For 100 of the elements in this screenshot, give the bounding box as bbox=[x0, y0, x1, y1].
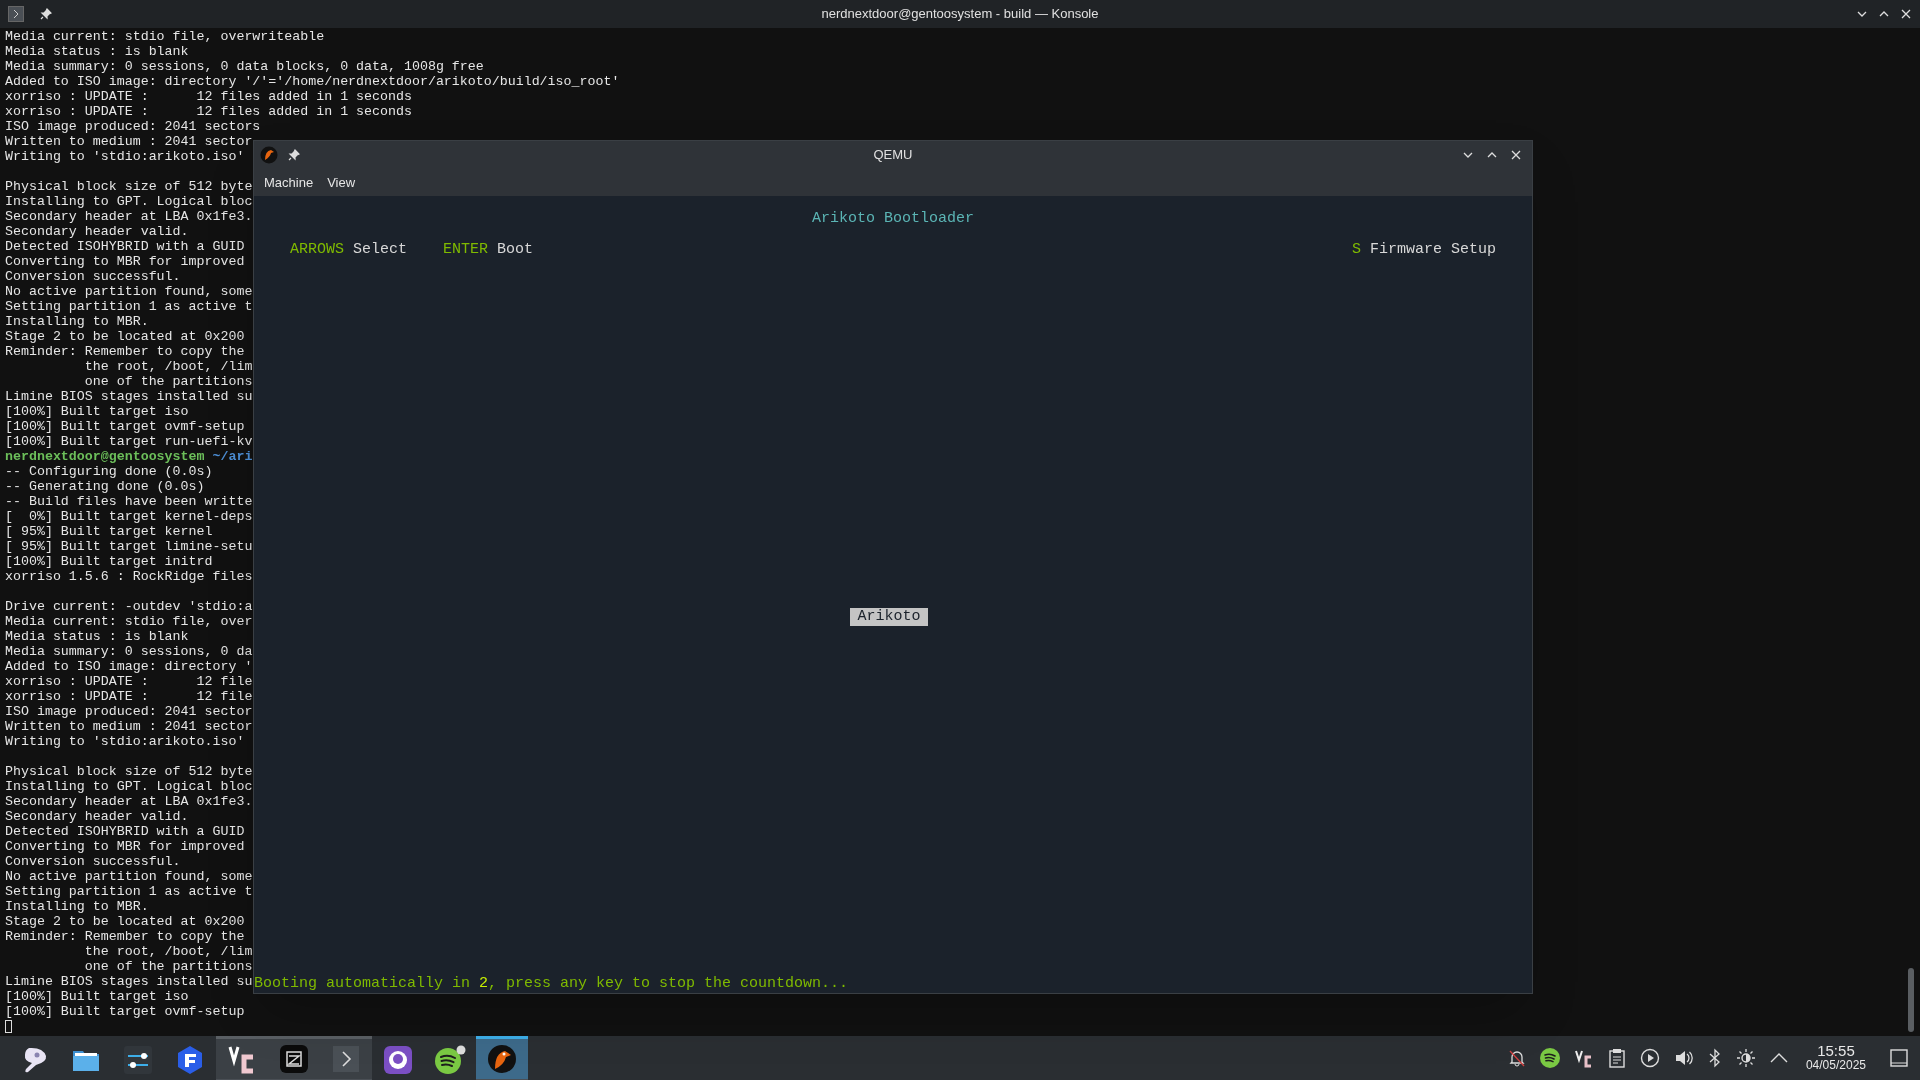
bird-logo-icon bbox=[487, 1044, 517, 1074]
expand-tray-icon[interactable] bbox=[1769, 1052, 1788, 1064]
key-hint: ENTER Boot bbox=[443, 241, 534, 259]
letters-tray-icon[interactable] bbox=[1573, 1048, 1594, 1068]
terminal-line: Limine BIOS stages installed su bbox=[5, 974, 253, 989]
sliders-icon bbox=[123, 1044, 153, 1075]
bluetooth-icon[interactable] bbox=[1707, 1048, 1722, 1068]
terminal-line: Physical block size of 512 byte bbox=[5, 179, 253, 194]
clock-time[interactable]: 15:55 bbox=[1817, 1044, 1855, 1058]
terminal-line: Drive current: -outdev 'stdio:a bbox=[5, 599, 253, 614]
terminal-line: [100%] Built target ovmf-setup bbox=[5, 1004, 245, 1019]
terminal-line: Installing to GPT. Logical bloc bbox=[5, 779, 253, 794]
terminal-line: Added to ISO image: directory ' bbox=[5, 659, 253, 674]
music-app-tray-icon[interactable] bbox=[1539, 1048, 1560, 1068]
clipboard-icon[interactable] bbox=[1607, 1048, 1626, 1068]
terminal-line: Installing to GPT. Logical bloc bbox=[5, 194, 253, 209]
terminal-line: No active partition found, some bbox=[5, 284, 253, 299]
menu-item[interactable]: View bbox=[321, 172, 362, 193]
window-title: nerdnextdoor@gentoosystem - build — Konsole bbox=[820, 5, 1100, 24]
terminal-line: the root, /boot, /lim bbox=[83, 944, 253, 959]
terminal-line: the root, /boot, /lim bbox=[83, 359, 253, 374]
terminal-icon bbox=[333, 1046, 359, 1072]
terminal-line: Detected ISOHYBRID with a GUID bbox=[5, 239, 245, 254]
terminal-line: Media current: stdio file, overwriteable bbox=[5, 29, 325, 44]
terminal-line: Media current: stdio file, over bbox=[5, 614, 253, 629]
terminal-line: xorriso : UPDATE : 12 file bbox=[5, 689, 253, 704]
text-cursor bbox=[5, 1020, 12, 1033]
terminal-line: one of the partitions bbox=[83, 959, 253, 974]
taskbar-button[interactable] bbox=[476, 1036, 528, 1080]
terminal-line: Physical block size of 512 byte bbox=[5, 764, 253, 779]
terminal-line: [ 0%] Built target kernel-deps bbox=[5, 509, 253, 524]
key-hint: S Firmware Setup bbox=[1351, 241, 1496, 259]
terminal-line: xorriso : UPDATE : 12 files added in 1 seconds bbox=[5, 104, 412, 119]
terminal-line: ISO image produced: 2041 sectors bbox=[5, 119, 261, 134]
terminal-line: No active partition found, some bbox=[5, 869, 253, 884]
terminal-line: Media summary: 0 sessions, 0 data blocks, 0 data, 1008g free bbox=[5, 59, 484, 74]
terminal-line: [ 95%] Built target kernel bbox=[5, 524, 213, 539]
notifications-muted-icon[interactable] bbox=[1507, 1049, 1526, 1067]
terminal-line: Setting partition 1 as active t bbox=[5, 299, 253, 314]
terminal-line: [100%] Built target initrd bbox=[5, 554, 213, 569]
close-icon[interactable] bbox=[1510, 149, 1522, 161]
terminal-line: Stage 2 to be located at 0x200 bbox=[5, 329, 245, 344]
notepad-icon bbox=[279, 1044, 309, 1074]
menu-item[interactable]: Machine bbox=[258, 172, 320, 193]
prompt-path: ~/ari bbox=[212, 449, 253, 464]
terminal-line: Converting to MBR for improved bbox=[5, 839, 245, 854]
clock-date[interactable]: 04/05/2025 bbox=[1805, 1058, 1866, 1072]
key-hint: ARROWS Select bbox=[290, 241, 408, 259]
terminal-line: Secondary header at LBA 0x1fe3. bbox=[5, 209, 253, 224]
terminal-line: Media summary: 0 sessions, 0 da bbox=[5, 644, 253, 659]
terminal-line: Stage 2 to be located at 0x200 bbox=[5, 914, 245, 929]
terminal-line: Installing to MBR. bbox=[5, 314, 149, 329]
terminal-line: Reminder: Remember to copy the bbox=[5, 344, 245, 359]
bootloader-title: Arikoto Bootloader bbox=[812, 210, 974, 228]
terminal-line: Detected ISOHYBRID with a GUID bbox=[5, 824, 245, 839]
close-icon[interactable] bbox=[1900, 8, 1912, 20]
terminal-line: Conversion successful. bbox=[5, 269, 181, 284]
taskbar-button[interactable] bbox=[216, 1036, 268, 1080]
terminal-line: Media status : is blank bbox=[5, 44, 189, 59]
terminal-line: Setting partition 1 as active t bbox=[5, 884, 253, 899]
music-app-icon bbox=[434, 1044, 466, 1075]
terminal-line: xorriso : UPDATE : 12 files added in 1 seconds bbox=[5, 89, 412, 104]
terminal-line: [100%] Built target iso bbox=[5, 989, 189, 1004]
terminal-line: [100%] Built target ovmf-setup bbox=[5, 419, 245, 434]
pin-icon[interactable] bbox=[40, 8, 52, 20]
terminal-line: Written to medium : 2041 sector bbox=[5, 719, 253, 734]
hexagon-f-icon bbox=[175, 1044, 205, 1075]
terminal-line: Limine BIOS stages installed su bbox=[5, 389, 253, 404]
countdown-message: Booting automatically in 2, press any key to stop the countdown... bbox=[254, 975, 849, 992]
terminal-icon bbox=[8, 6, 24, 22]
terminal-line: Converting to MBR for improved bbox=[5, 254, 245, 269]
terminal-line: Secondary header valid. bbox=[5, 809, 189, 824]
terminal-line: Reminder: Remember to copy the bbox=[5, 929, 245, 944]
boot-entry[interactable]: Arikoto bbox=[850, 608, 928, 626]
show-desktop-icon[interactable] bbox=[1890, 1049, 1908, 1067]
pin-icon[interactable] bbox=[288, 149, 300, 161]
terminal-line: xorriso : UPDATE : 12 file bbox=[5, 674, 253, 689]
terminal-line: [100%] Built target run-uefi-kv bbox=[5, 434, 253, 449]
terminal-line: one of the partitions bbox=[83, 374, 253, 389]
terminal-line: Secondary header valid. bbox=[5, 224, 189, 239]
terminal-line: Installing to MBR. bbox=[5, 899, 149, 914]
terminal-line: Conversion successful. bbox=[5, 854, 181, 869]
play-icon[interactable] bbox=[1639, 1048, 1660, 1068]
terminal-line: Secondary header at LBA 0x1fe3. bbox=[5, 794, 253, 809]
terminal-line: [ 95%] Built target limine-setu bbox=[5, 539, 253, 554]
terminal-line: Writing to 'stdio:arikoto.iso' bbox=[5, 149, 245, 164]
terminal-line: -- Build files have been writte bbox=[5, 494, 253, 509]
terminal-line: Written to medium : 2041 sector bbox=[5, 134, 253, 149]
terminal-line: -- Configuring done (0.0s) bbox=[5, 464, 213, 479]
terminal-line: -- Generating done (0.0s) bbox=[5, 479, 205, 494]
terminal-line: Media status : is blank bbox=[5, 629, 189, 644]
terminal-line: [100%] Built target iso bbox=[5, 404, 189, 419]
prompt-user: nerdnextdoor@gentoosystem bbox=[5, 449, 205, 464]
volume-icon[interactable] bbox=[1673, 1048, 1694, 1068]
terminal-line: ISO image produced: 2041 sector bbox=[5, 704, 253, 719]
terminal-line: Added to ISO image: directory '/'='/home/nerdnextdoor/arikoto/build/iso_root' bbox=[5, 74, 620, 89]
brightness-icon[interactable] bbox=[1735, 1048, 1756, 1068]
scrollbar-thumb[interactable] bbox=[1908, 968, 1914, 1032]
window-title: QEMU bbox=[872, 146, 914, 165]
terminal-line: Writing to 'stdio:arikoto.iso' bbox=[5, 734, 245, 749]
